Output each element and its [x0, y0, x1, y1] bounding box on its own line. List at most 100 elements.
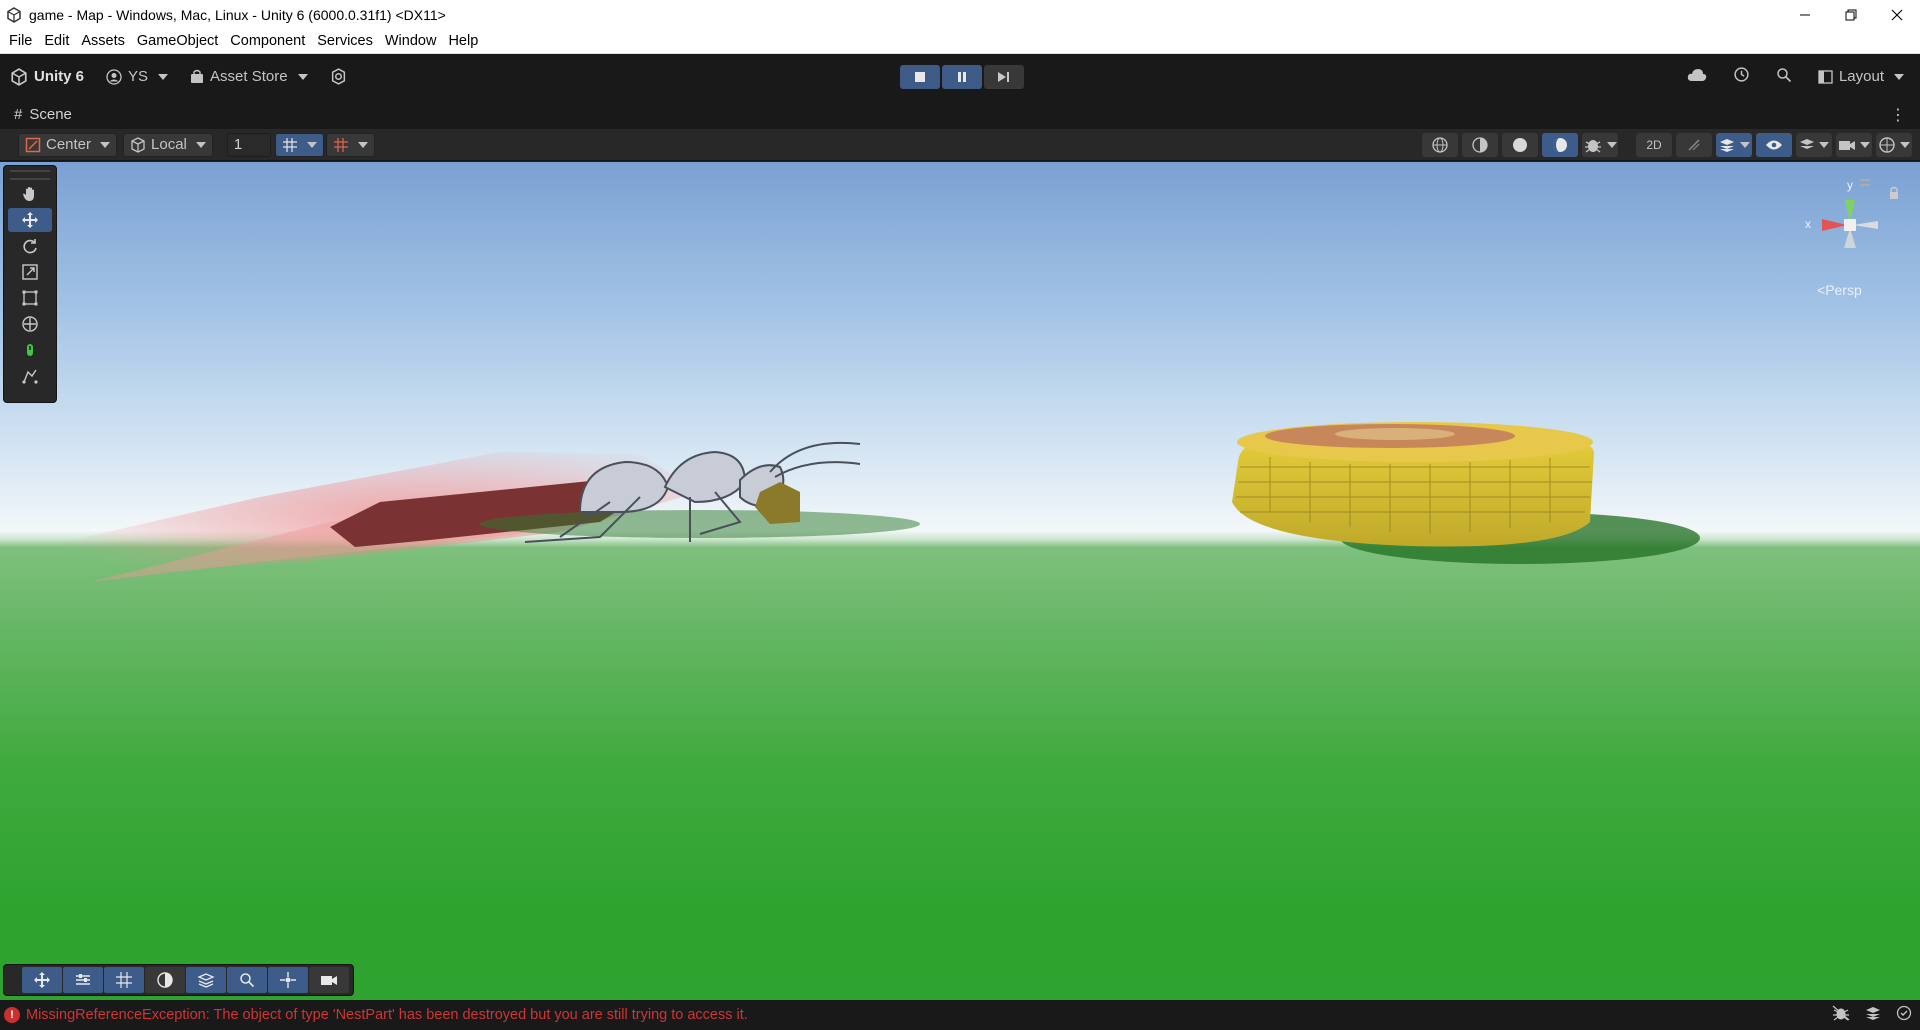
projection-toggle[interactable]: <Persp: [1817, 282, 1862, 298]
asset-store-label: Asset Store: [210, 68, 288, 85]
scale-tool-button[interactable]: [8, 260, 52, 284]
menu-assets[interactable]: Assets: [75, 29, 131, 54]
rect-tool-button[interactable]: [8, 286, 52, 310]
asset-store-dropdown[interactable]: Asset Store: [190, 68, 308, 85]
pivot-rotation-dropdown[interactable]: Local: [123, 132, 213, 157]
overlay-search-button[interactable]: [227, 967, 267, 993]
overlay-shading-button[interactable]: [145, 967, 185, 993]
error-icon: !: [4, 1007, 20, 1023]
menu-window[interactable]: Window: [379, 29, 443, 54]
scene-visibility-button[interactable]: [1756, 133, 1792, 157]
menu-edit[interactable]: Edit: [38, 29, 75, 54]
chevron-down-icon: [297, 73, 308, 80]
layers-dropdown[interactable]: [1796, 133, 1832, 157]
pivot-mode-label: Center: [46, 136, 92, 153]
2d-icon: 2D: [1646, 138, 1662, 152]
overlay-grid-button[interactable]: [104, 967, 144, 993]
custom-tool-button[interactable]: [8, 338, 52, 362]
toggle-effects-button[interactable]: [1716, 133, 1752, 157]
view-tool-button[interactable]: [8, 182, 52, 206]
local-cube-icon: [131, 136, 145, 153]
search-icon[interactable]: [1776, 67, 1792, 87]
scene-tab-bar: # Scene ⋮: [0, 99, 1920, 129]
layers-icon: [197, 973, 215, 988]
toggle-2d-button[interactable]: 2D: [1636, 133, 1672, 157]
menu-help[interactable]: Help: [442, 29, 484, 54]
nav-tool-button[interactable]: [8, 364, 52, 388]
window-titlebar: game - Map - Windows, Mac, Linux - Unity…: [0, 0, 1920, 29]
overlay-move-button[interactable]: [22, 967, 62, 993]
layout-dropdown[interactable]: Layout: [1818, 68, 1904, 85]
pivot-rotation-label: Local: [151, 136, 187, 153]
lock-icon[interactable]: [1890, 186, 1898, 200]
unity-home-button[interactable]: Unity 6: [10, 67, 84, 86]
status-bar[interactable]: ! MissingReferenceException: The object …: [0, 1000, 1920, 1030]
minimize-button[interactable]: [1782, 0, 1828, 29]
layers-status-icon[interactable]: [1864, 1005, 1882, 1026]
camera-settings-dropdown[interactable]: [1836, 133, 1872, 157]
wireframe-shading-button[interactable]: [1422, 133, 1458, 157]
drag-handle-icon[interactable]: [10, 170, 50, 180]
lit-sphere-icon: [157, 972, 173, 988]
overlay-camera-button[interactable]: [309, 967, 349, 993]
unity-logo-icon: [11, 67, 27, 86]
restore-button[interactable]: [1828, 0, 1874, 29]
pause-button[interactable]: [942, 65, 982, 89]
lit-shading-button[interactable]: [1542, 133, 1578, 157]
camera-icon: [321, 976, 337, 985]
layout-label: Layout: [1838, 68, 1884, 85]
overlay-layers-button[interactable]: [186, 967, 226, 993]
move-tool-button[interactable]: [8, 208, 52, 232]
overlay-properties-button[interactable]: [63, 967, 103, 993]
increment-snap-button[interactable]: [325, 132, 375, 157]
step-button[interactable]: [984, 65, 1024, 89]
chevron-down-icon: [357, 141, 368, 148]
grid-size-field[interactable]: 1: [226, 132, 271, 157]
grid-snap-button[interactable]: [274, 132, 324, 157]
eye-icon: [1766, 140, 1782, 150]
account-dropdown[interactable]: YS: [106, 68, 169, 85]
layers-icon: [1800, 139, 1814, 149]
lit-sphere-icon: [1553, 138, 1567, 152]
more-options-icon[interactable]: ⋮: [1890, 105, 1906, 125]
cloud-icon[interactable]: [1687, 68, 1707, 86]
account-label: YS: [128, 68, 149, 85]
overlay-snap-button[interactable]: [268, 967, 308, 993]
check-circle-icon[interactable]: [1896, 1005, 1912, 1026]
pivot-mode-dropdown[interactable]: Center: [18, 132, 118, 157]
scene-viewport[interactable]: [0, 162, 1920, 1000]
stop-icon: [915, 72, 925, 82]
tab-scene[interactable]: # Scene: [0, 106, 72, 123]
close-button[interactable]: [1874, 0, 1920, 29]
grid-hash-icon: #: [14, 105, 23, 123]
move-arrows-icon: [34, 972, 50, 988]
nav-agent-icon: [22, 369, 38, 384]
shaded-wireframe-button[interactable]: [1462, 133, 1498, 157]
tool-palette: [3, 165, 57, 403]
debug-draw-mode-button[interactable]: [1582, 133, 1618, 157]
custom-tool-icon: [27, 344, 33, 356]
bag-icon: [191, 69, 204, 83]
stop-button[interactable]: [900, 65, 940, 89]
rotate-tool-button[interactable]: [8, 234, 52, 258]
overlay-toolbar: [3, 964, 354, 996]
chevron-down-icon: [100, 141, 111, 148]
shaded-button[interactable]: [1502, 133, 1538, 157]
history-icon[interactable]: [1733, 66, 1750, 87]
menu-gameobject[interactable]: GameObject: [131, 29, 224, 54]
window-title: game - Map - Windows, Mac, Linux - Unity…: [29, 6, 446, 23]
layout-icon: [1818, 69, 1833, 84]
play-controls: [900, 65, 1024, 89]
console-error-message[interactable]: MissingReferenceException: The object of…: [26, 1007, 748, 1023]
toggle-lighting-button[interactable]: [1676, 133, 1712, 157]
menu-file[interactable]: File: [3, 29, 38, 54]
menu-services[interactable]: Services: [311, 29, 379, 54]
persp-label: Persp: [1825, 282, 1862, 298]
transform-tool-button[interactable]: [8, 312, 52, 336]
gizmos-dropdown[interactable]: [1876, 133, 1912, 157]
services-button[interactable]: [330, 68, 347, 85]
light-off-icon: [1688, 139, 1700, 151]
debug-bug-icon[interactable]: [1832, 1005, 1850, 1026]
rotate-icon: [23, 239, 37, 254]
menu-component[interactable]: Component: [224, 29, 311, 54]
